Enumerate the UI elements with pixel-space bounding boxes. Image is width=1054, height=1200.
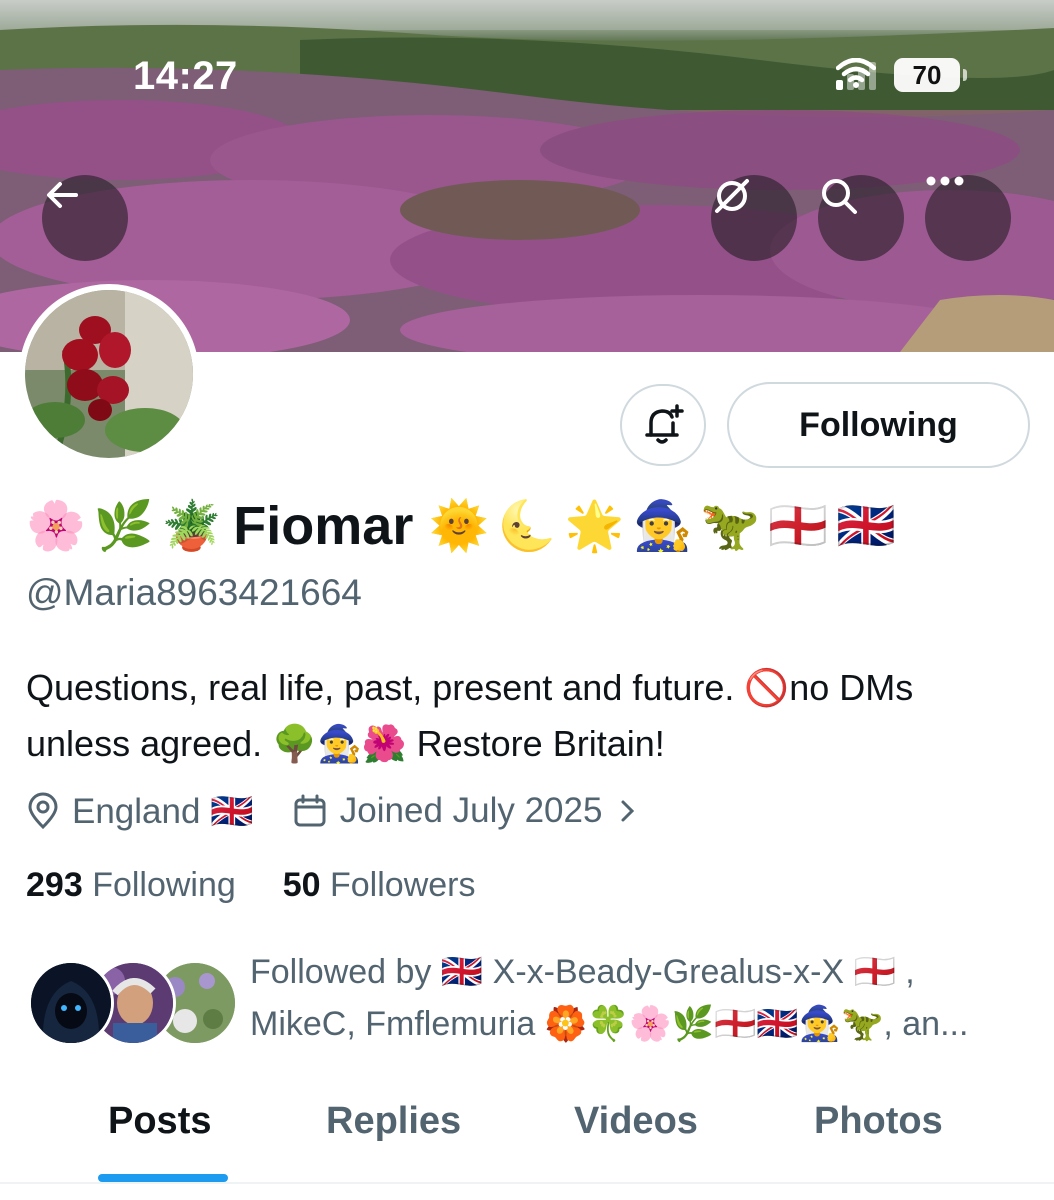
name-emoji-2: 🌿 bbox=[93, 498, 154, 554]
status-time: 14:27 bbox=[133, 54, 238, 98]
profile-tabs: Posts Replies Videos Photos bbox=[0, 1080, 1054, 1200]
active-tab-indicator bbox=[98, 1174, 228, 1182]
display-name-row: 🌸 🌿 🪴 Fiomar 🌞 🌜 🌟 🧙‍♀️ 🦖 🏴󠁧󠁢󠁥󠁮󠁧󠁿 🇬🇧 bbox=[26, 494, 904, 558]
follow-counts: 293 Following 50 Followers bbox=[26, 866, 475, 905]
tab-posts[interactable]: Posts bbox=[108, 1100, 211, 1143]
tab-photos[interactable]: Photos bbox=[814, 1100, 943, 1143]
following-label: Following bbox=[92, 866, 236, 904]
followed-by-avatars[interactable] bbox=[28, 960, 238, 1046]
profile-meta: England 🇬🇧 Joined July 2025 bbox=[26, 786, 690, 836]
grok-button[interactable] bbox=[711, 175, 797, 261]
tab-replies[interactable]: Replies bbox=[326, 1100, 461, 1143]
bell-plus-icon bbox=[645, 404, 684, 444]
following-link[interactable]: 293 Following bbox=[26, 866, 236, 904]
tabs-divider bbox=[0, 1182, 1054, 1184]
name-emoji-1: 🌸 bbox=[26, 498, 86, 554]
name-emoji-8: 🦖 bbox=[700, 498, 761, 554]
location-pin-icon bbox=[28, 792, 58, 830]
arrow-left-icon bbox=[47, 182, 78, 208]
following-button[interactable]: Following bbox=[727, 382, 1030, 468]
more-dots-icon bbox=[926, 176, 964, 186]
followed-by-line-2: MikeC, Fmflemuria 🏵️🍀🌸🌿🏴󠁧󠁢󠁥󠁮󠁧󠁿🇬🇧🧙‍♀️🦖, a… bbox=[250, 1005, 969, 1043]
joined-item[interactable]: Joined July 2025 bbox=[292, 791, 653, 831]
followed-by-text[interactable]: Followed by 🇬🇧 X-x-Beady-Grealus-x-X 🏴󠁧󠁢… bbox=[250, 946, 1040, 1050]
profile-avatar[interactable] bbox=[19, 284, 199, 464]
followers-label: Followers bbox=[330, 866, 476, 904]
profile-bio: Questions, real life, past, present and … bbox=[26, 660, 1036, 772]
user-handle: @Maria8963421664 bbox=[26, 572, 362, 613]
followed-by-line-1: Followed by 🇬🇧 X-x-Beady-Grealus-x-X 🏴󠁧󠁢… bbox=[250, 953, 915, 991]
battery-indicator: 70 bbox=[894, 58, 967, 92]
name-emoji-3: 🪴 bbox=[161, 498, 222, 554]
slashed-circle-icon bbox=[715, 179, 749, 213]
name-emoji-6: 🌟 bbox=[564, 498, 625, 554]
tab-videos[interactable]: Videos bbox=[574, 1100, 698, 1143]
followers-link[interactable]: 50 Followers bbox=[283, 866, 476, 904]
name-emoji-4: 🌞 bbox=[429, 498, 490, 554]
calendar-icon bbox=[294, 794, 326, 827]
search-icon bbox=[822, 179, 857, 214]
more-options-button[interactable] bbox=[925, 175, 1011, 261]
search-button[interactable] bbox=[818, 175, 904, 261]
wifi-icon bbox=[836, 58, 876, 88]
name-emoji-9: 🏴󠁧󠁢󠁥󠁮󠁧󠁿 bbox=[768, 498, 828, 554]
location-text: England 🇬🇧 bbox=[72, 791, 254, 831]
location-item: England 🇬🇧 bbox=[26, 791, 254, 832]
name-emoji-5: 🌜 bbox=[497, 498, 557, 554]
bio-line-1: Questions, real life, past, present and … bbox=[26, 667, 914, 708]
notifications-button[interactable] bbox=[620, 384, 706, 466]
bio-line-2: unless agreed. 🌳🧙‍♀️🌺 Restore Britain! bbox=[26, 723, 665, 764]
back-button[interactable] bbox=[42, 175, 128, 261]
name-emoji-7: 🧙‍♀️ bbox=[632, 498, 693, 554]
following-count: 293 bbox=[26, 866, 83, 904]
avatar-image bbox=[25, 290, 193, 458]
status-indicators: 70 bbox=[836, 58, 967, 92]
follower-avatar-1 bbox=[28, 960, 114, 1046]
joined-text: Joined July 2025 bbox=[339, 791, 603, 830]
display-name: Fiomar bbox=[233, 496, 414, 556]
followers-count: 50 bbox=[282, 866, 321, 904]
chevron-right-icon bbox=[621, 800, 635, 822]
name-emoji-10: 🇬🇧 bbox=[835, 498, 896, 554]
